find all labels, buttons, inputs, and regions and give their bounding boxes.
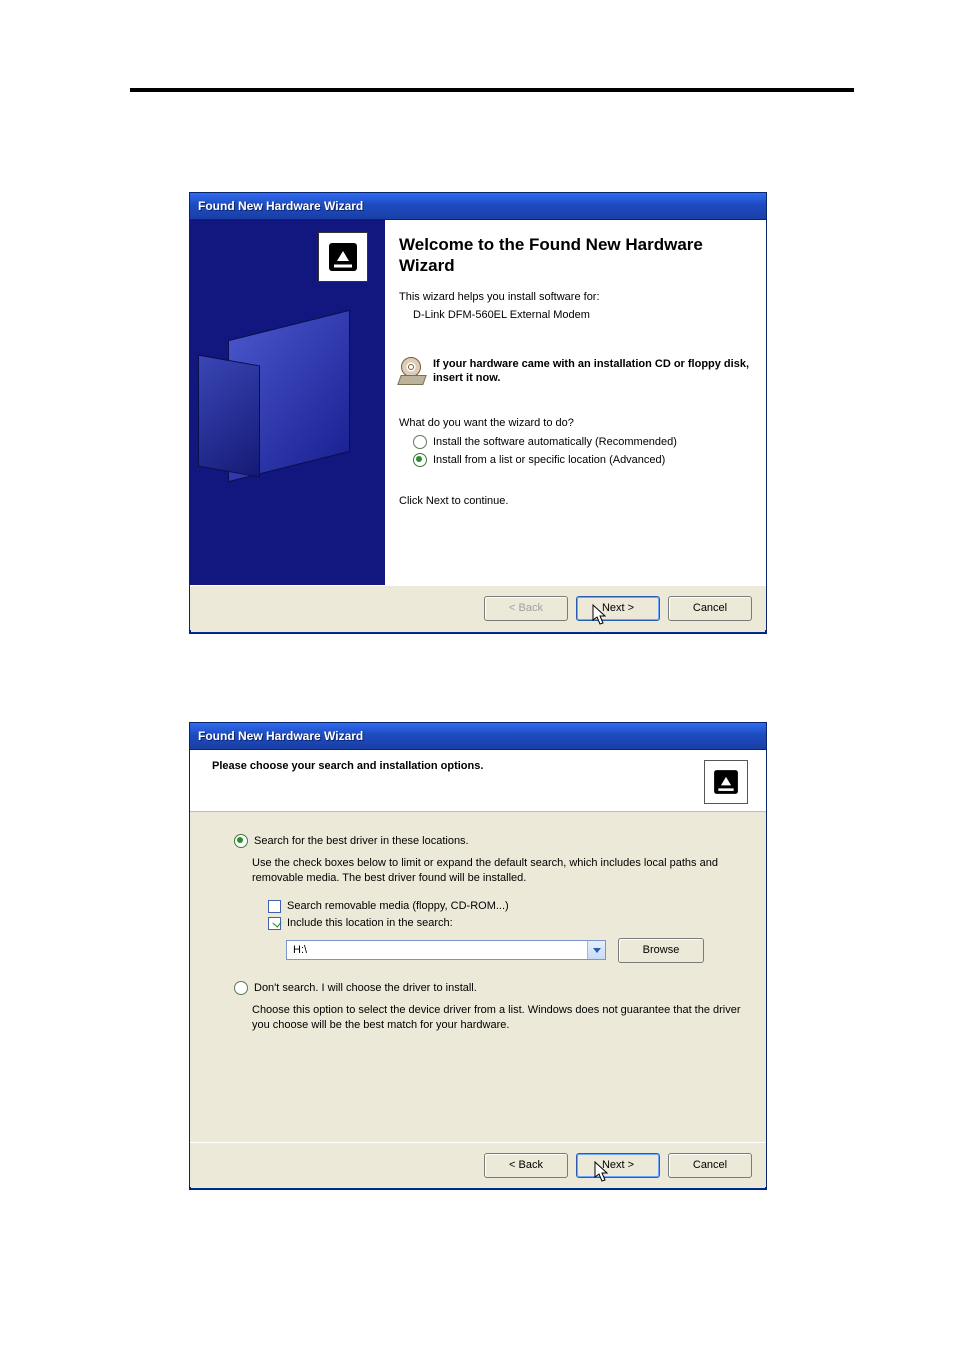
- radio-option-search[interactable]: Search for the best driver in these loca…: [234, 834, 742, 848]
- hardware-icon: [704, 760, 748, 804]
- titlebar: Found New Hardware Wizard: [190, 723, 766, 750]
- wizard-dialog-welcome: Found New Hardware Wizard Welcome to the…: [189, 192, 767, 634]
- browse-button[interactable]: Browse: [618, 938, 704, 963]
- location-row: H:\ Browse: [286, 938, 742, 963]
- question-text: What do you want the wizard to do?: [399, 417, 752, 429]
- checkbox-include-location[interactable]: Include this location in the search:: [268, 917, 742, 930]
- window-title: Found New Hardware Wizard: [198, 199, 363, 213]
- back-button: < Back: [484, 596, 568, 621]
- cd-instruction: If your hardware came with an installati…: [399, 357, 752, 387]
- wizard-button-bar: < Back Next > Cancel: [190, 585, 766, 630]
- radio-option-advanced[interactable]: Install from a list or specific location…: [413, 453, 752, 467]
- wizard-dialog-search-options: Found New Hardware Wizard Please choose …: [189, 722, 767, 1190]
- titlebar: Found New Hardware Wizard: [190, 193, 766, 220]
- radio-option-no-search[interactable]: Don't search. I will choose the driver t…: [234, 981, 742, 995]
- wizard-header: Please choose your search and installati…: [190, 750, 766, 812]
- hardware-icon: [318, 232, 368, 282]
- page-title: Please choose your search and installati…: [212, 760, 483, 772]
- page-title: Welcome to the Found New Hardware Wizard: [399, 234, 752, 277]
- cancel-button[interactable]: Cancel: [668, 596, 752, 621]
- location-value: H:\: [287, 944, 587, 956]
- radio-label: Install from a list or specific location…: [433, 454, 665, 466]
- radio-icon: [413, 453, 427, 467]
- side-art-icon: [198, 355, 260, 478]
- radio-icon: [234, 981, 248, 995]
- document-page: Found New Hardware Wizard Welcome to the…: [0, 0, 954, 1351]
- next-button[interactable]: Next >: [576, 596, 660, 621]
- cancel-button[interactable]: Cancel: [668, 1153, 752, 1178]
- radio-label: Install the software automatically (Reco…: [433, 436, 677, 448]
- radio-icon: [413, 435, 427, 449]
- checkbox-removable-media[interactable]: Search removable media (floppy, CD-ROM..…: [268, 900, 742, 913]
- checkbox-label: Search removable media (floppy, CD-ROM..…: [287, 900, 509, 912]
- no-search-description: Choose this option to select the device …: [252, 1003, 742, 1033]
- wizard-content: Search for the best driver in these loca…: [190, 812, 766, 1142]
- continue-text: Click Next to continue.: [399, 495, 752, 507]
- cd-text: If your hardware came with an installati…: [433, 357, 752, 387]
- intro-text: This wizard helps you install software f…: [399, 291, 752, 303]
- page-top-rule: [130, 88, 854, 92]
- wizard-content: Welcome to the Found New Hardware Wizard…: [385, 220, 766, 585]
- cd-icon: [399, 357, 427, 387]
- wizard-side-panel: [190, 220, 385, 585]
- checkbox-icon: [268, 917, 281, 930]
- radio-icon: [234, 834, 248, 848]
- back-button[interactable]: < Back: [484, 1153, 568, 1178]
- window-title: Found New Hardware Wizard: [198, 729, 363, 743]
- wizard-button-bar: < Back Next > Cancel: [190, 1142, 766, 1187]
- location-combobox[interactable]: H:\: [286, 940, 606, 960]
- device-name: D-Link DFM-560EL External Modem: [413, 309, 752, 321]
- chevron-down-icon[interactable]: [587, 941, 605, 959]
- next-button[interactable]: Next >: [576, 1153, 660, 1178]
- radio-option-auto[interactable]: Install the software automatically (Reco…: [413, 435, 752, 449]
- search-description: Use the check boxes below to limit or ex…: [252, 856, 742, 886]
- checkbox-icon: [268, 900, 281, 913]
- radio-label: Search for the best driver in these loca…: [254, 835, 469, 847]
- dialog-body: Welcome to the Found New Hardware Wizard…: [190, 220, 766, 585]
- checkbox-label: Include this location in the search:: [287, 917, 453, 929]
- radio-label: Don't search. I will choose the driver t…: [254, 982, 477, 994]
